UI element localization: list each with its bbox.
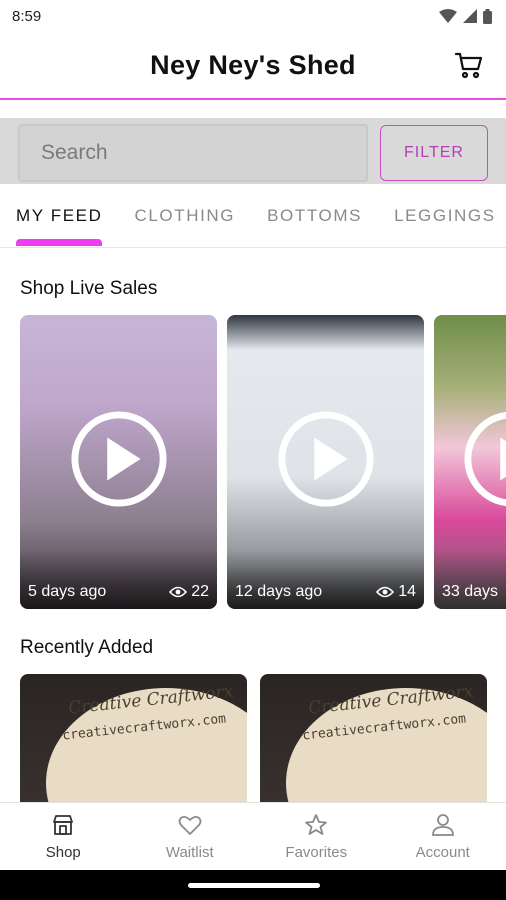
page-title: Ney Ney's Shed — [150, 49, 356, 80]
bottom-nav: Shop Waitlist Favorites Account — [0, 802, 506, 870]
view-count: 22 — [169, 583, 209, 601]
play-icon[interactable] — [70, 410, 168, 508]
recently-added-list: Creative Craftworx creativecraftworx.com… — [20, 674, 506, 802]
nav-favorites[interactable]: Favorites — [253, 803, 380, 870]
view-count: 14 — [376, 583, 416, 601]
battery-icon — [483, 8, 492, 24]
nav-label: Shop — [45, 844, 81, 861]
recently-added-heading: Recently Added — [20, 637, 154, 658]
status-icons — [439, 8, 492, 24]
wifi-icon — [439, 9, 457, 23]
card-meta: 12 days ago 14 — [235, 583, 416, 601]
live-sales-heading: Shop Live Sales — [20, 278, 158, 299]
nav-label: Account — [415, 844, 470, 861]
store-icon — [53, 815, 74, 835]
tab-my-feed[interactable]: MY FEED — [0, 186, 118, 246]
card-meta: 5 days ago 22 — [28, 583, 209, 601]
person-icon — [431, 814, 454, 836]
video-age: 12 days ago — [235, 583, 323, 600]
filter-button[interactable]: FILTER — [380, 125, 488, 181]
view-count-value: 14 — [398, 583, 416, 600]
live-sales-carousel[interactable]: 5 days ago 22 12 days ago 14 33 days — [20, 315, 506, 609]
star-icon — [305, 814, 328, 835]
live-sale-card[interactable]: 5 days ago 22 — [20, 315, 217, 609]
tab-leggings[interactable]: LEGGINGS — [378, 186, 506, 246]
status-time: 8:59 — [12, 7, 42, 25]
tab-bottoms[interactable]: BOTTOMS — [251, 186, 378, 246]
tab-clothing[interactable]: CLOTHING — [118, 186, 251, 246]
category-tabs: MY FEED CLOTHING BOTTOMS LEGGINGS — [0, 186, 506, 248]
cart-icon — [454, 52, 483, 79]
search-input[interactable] — [18, 124, 368, 182]
system-gesture-bar — [0, 870, 506, 900]
play-icon[interactable] — [463, 410, 506, 508]
eye-icon — [169, 586, 188, 598]
status-bar: 8:59 — [0, 0, 506, 32]
video-age: 33 days — [442, 583, 499, 600]
home-gesture-handle[interactable] — [188, 883, 320, 888]
play-icon[interactable] — [277, 410, 375, 508]
cart-button[interactable] — [454, 50, 484, 80]
nav-waitlist[interactable]: Waitlist — [127, 803, 254, 870]
heart-icon — [178, 815, 202, 835]
app-header: Ney Ney's Shed — [0, 32, 506, 100]
eye-icon — [376, 586, 395, 598]
view-count-value: 22 — [191, 583, 209, 600]
live-sale-card[interactable]: 12 days ago 14 — [227, 315, 424, 609]
nav-shop[interactable]: Shop — [0, 803, 127, 870]
signal-icon — [463, 9, 477, 23]
nav-label: Waitlist — [165, 844, 214, 861]
card-meta: 33 days — [442, 583, 506, 601]
product-card[interactable]: Creative Craftworx creativecraftworx.com — [20, 674, 247, 802]
search-bar: FILTER — [0, 118, 506, 184]
live-sale-card[interactable]: 33 days — [434, 315, 506, 609]
nav-label: Favorites — [285, 844, 348, 861]
nav-account[interactable]: Account — [380, 803, 506, 870]
product-card[interactable]: Creative Craftworx creativecraftworx.com — [260, 674, 487, 802]
video-age: 5 days ago — [28, 583, 107, 600]
